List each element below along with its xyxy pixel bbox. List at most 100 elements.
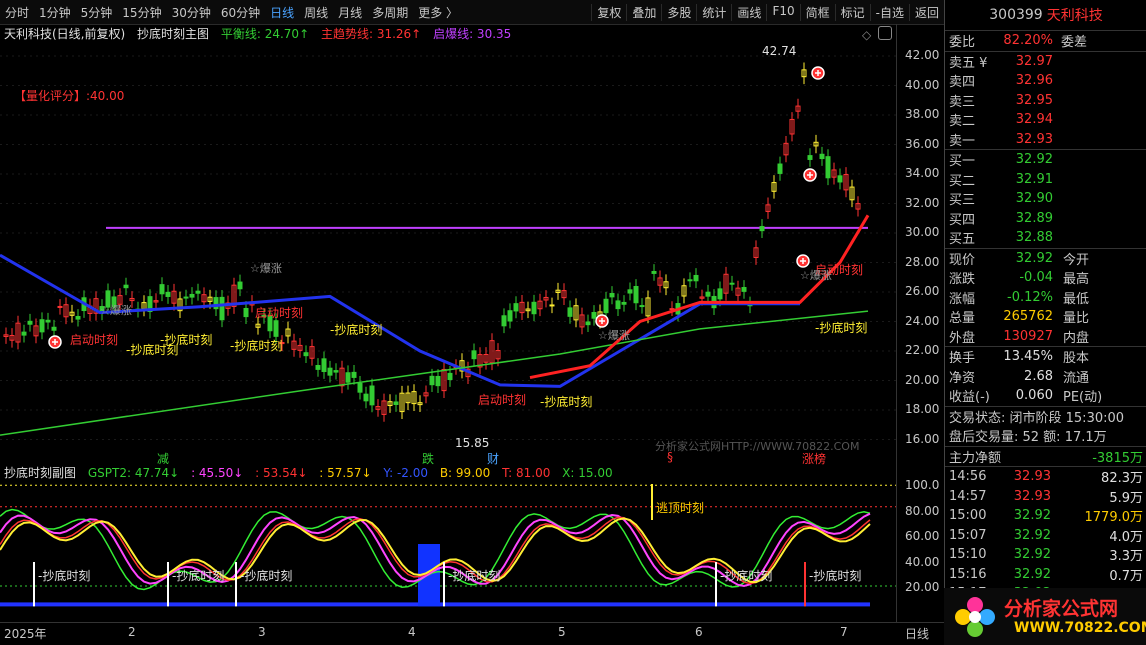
- balance-line-value: 平衡线: 24.70↑: [220, 27, 310, 41]
- quote-value: 32.91: [1015, 171, 1053, 187]
- candle: [615, 300, 621, 310]
- sub-y-tick: 80.00: [905, 503, 940, 518]
- main-y-tick: 20.00: [905, 372, 940, 387]
- sub-y-tick: 40.00: [905, 554, 940, 569]
- tool-button-9[interactable]: 返回: [908, 3, 944, 21]
- x-tick: 4: [408, 625, 416, 639]
- candle: [435, 375, 441, 387]
- candle: [549, 304, 555, 307]
- tab-8[interactable]: 月线: [333, 4, 367, 21]
- tick-price: 32.92: [1013, 527, 1051, 543]
- tab-0[interactable]: 分时: [0, 4, 34, 21]
- order-ratio-label: 委比: [949, 35, 976, 51]
- candle: [585, 321, 591, 326]
- candle: [687, 279, 693, 282]
- tab-4[interactable]: 30分钟: [167, 4, 216, 21]
- tool-button-0[interactable]: 复权: [591, 3, 626, 21]
- candle: [165, 291, 171, 297]
- candle: [603, 298, 609, 314]
- tab-1[interactable]: 1分钟: [34, 4, 76, 21]
- quant-score: 【量化评分】:40.00: [14, 89, 125, 103]
- tab-10[interactable]: 更多 〉: [413, 4, 463, 21]
- tick-row[interactable]: 15:10 32.92 3.3万: [945, 545, 1146, 565]
- quote-row: 总量 265762 量比: [945, 307, 1146, 327]
- quote-label: 卖一: [949, 133, 976, 149]
- quote-label-2: 流通: [1063, 370, 1090, 386]
- quote-value: 265762: [1003, 309, 1053, 325]
- sub-param-2: : 53.54↓: [255, 466, 308, 480]
- tool-button-2[interactable]: 多股: [661, 3, 696, 21]
- quote-value: 32.92: [1015, 152, 1053, 168]
- low-price-label: 15.85: [455, 436, 490, 450]
- tab-9[interactable]: 多周期: [367, 4, 413, 21]
- sub-chart[interactable]: -抄底时刻 -抄底时刻 -抄底时刻 -抄底时刻 -抄底时刻 -抄底时刻 抄底时刻副图 GS…: [0, 464, 944, 622]
- quote-label: 买三: [949, 193, 976, 209]
- candle: [273, 320, 279, 337]
- tab-5[interactable]: 60分钟: [216, 4, 265, 21]
- candle: [717, 288, 723, 300]
- tick-row[interactable]: 14:56 32.93 82.3万: [945, 467, 1146, 487]
- tool-button-5[interactable]: F10: [766, 3, 799, 21]
- tab-3[interactable]: 15分钟: [117, 4, 166, 21]
- tick-row[interactable]: 15:00 32.92 1779.0万: [945, 506, 1146, 526]
- indicator-name[interactable]: 抄底时刻主图: [137, 27, 209, 41]
- quote-value: 32.90: [1015, 191, 1053, 207]
- tick-list[interactable]: 14:56 32.93 82.3万 14:57 32.93 5.9万 15:00 32.92 1…: [945, 467, 1146, 604]
- candle: [567, 307, 573, 317]
- candle: [39, 319, 45, 333]
- tab-7[interactable]: 周线: [299, 4, 333, 21]
- stock-header[interactable]: 300399 天利科技: [945, 0, 1146, 31]
- quote-row: 外盘 130927 内盘: [945, 327, 1146, 347]
- tick-price: 32.92: [1013, 547, 1051, 563]
- ask-levels: 卖五 ¥ 32.97 卖四 32.96 卖三 32.95 卖二 32.94 卖一 32.93: [945, 52, 1146, 150]
- quote-row: 买五 32.88: [945, 228, 1146, 248]
- candle: [237, 281, 243, 290]
- tool-button-6[interactable]: 简框: [799, 3, 835, 21]
- main-y-tick: 22.00: [905, 343, 940, 357]
- quote-value: 32.96: [1015, 73, 1053, 89]
- quote-label: 买二: [949, 173, 976, 189]
- main-y-axis: 42.00 40.00 38.00 36.00 34.00 32.00 30.00 28.00…: [896, 24, 945, 464]
- quote-value: 130927: [1003, 328, 1053, 344]
- tick-row[interactable]: 15:16 32.92 0.7万: [945, 565, 1146, 585]
- tool-button-7[interactable]: 标记: [834, 3, 870, 21]
- candle: [609, 292, 615, 298]
- diamond-icon[interactable]: ◇: [862, 28, 871, 42]
- quote-value: 32.94: [1015, 112, 1053, 128]
- tool-button-8[interactable]: -自选: [869, 3, 909, 21]
- quote-row: 现价 32.92 今开: [945, 249, 1146, 269]
- tick-volume: 4.0万: [1109, 529, 1143, 545]
- tab-2[interactable]: 5分钟: [76, 4, 118, 21]
- stock-name: 天利科技: [1046, 8, 1103, 24]
- stock-code: 300399: [989, 7, 1043, 23]
- quote-row: 卖四 32.96: [945, 71, 1146, 91]
- tick-row[interactable]: 15:07 32.92 4.0万: [945, 526, 1146, 546]
- quote-row: 卖三 32.95: [945, 91, 1146, 111]
- tick-price: 32.93: [1013, 488, 1051, 504]
- quote-label: 卖四: [949, 75, 976, 91]
- logo-url: WWW.70822.COM: [1014, 620, 1146, 636]
- tick-price: 32.92: [1013, 508, 1051, 524]
- tool-button-4[interactable]: 画线: [731, 3, 766, 21]
- sub-indicator-name[interactable]: 抄底时刻副图: [4, 466, 76, 480]
- tool-button-3[interactable]: 统计: [696, 3, 731, 21]
- candle: [825, 156, 831, 179]
- candle: [777, 163, 783, 174]
- candle: [189, 293, 195, 298]
- main-net-row: 主力净额 -3815万: [945, 447, 1146, 467]
- sub-y-tick: 60.00: [905, 529, 940, 543]
- buy-annotation: -抄底时刻: [540, 394, 592, 409]
- tool-button-1[interactable]: 叠加: [626, 3, 661, 21]
- collapse-icon[interactable]: [878, 26, 892, 40]
- tick-row[interactable]: 14:57 32.93 5.9万: [945, 487, 1146, 507]
- candle: [123, 284, 129, 289]
- main-chart[interactable]: -抄底时刻 -抄底时刻 -抄底时刻 -抄底时刻 -抄底时刻 -抄底时刻 启动时刻 启动时刻 启动…: [0, 24, 945, 466]
- sub-param-0: GSPT2: 47.74↓: [87, 466, 180, 480]
- quote-row: 收益(-) 0.060 PE(动): [945, 386, 1146, 406]
- main-y-tick: 38.00: [905, 107, 940, 121]
- main-y-tick: 30.00: [905, 225, 940, 239]
- event-mark[interactable]: §: [667, 450, 673, 464]
- quote-label-2: 最低: [1063, 291, 1090, 307]
- main-y-tick: 28.00: [905, 254, 940, 269]
- tab-6[interactable]: 日线: [265, 4, 299, 21]
